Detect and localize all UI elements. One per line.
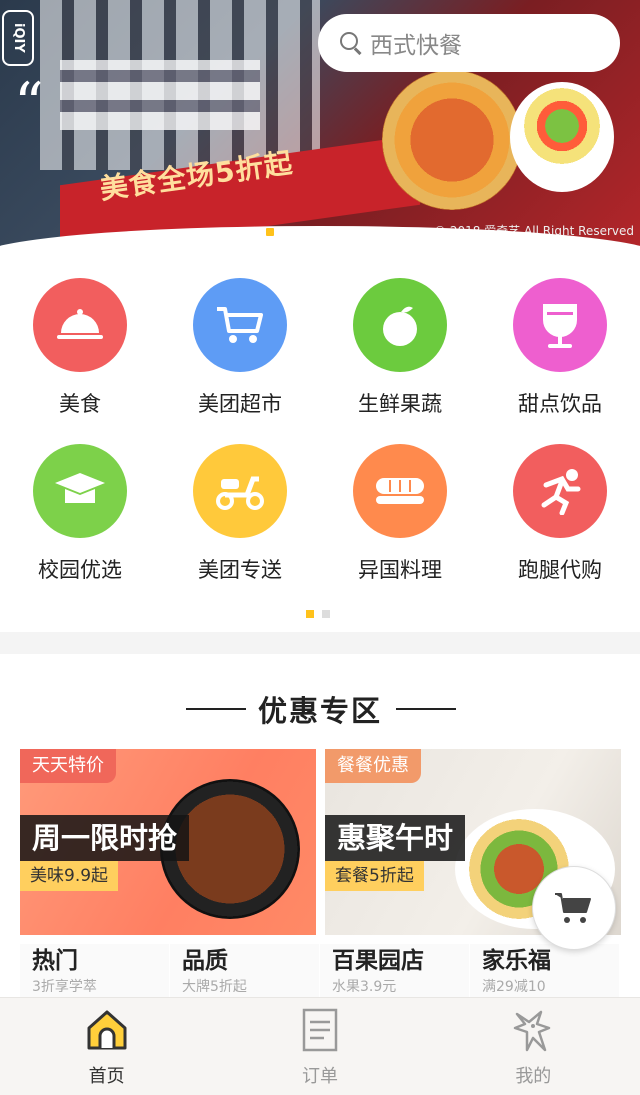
deal-tag: 餐餐优惠 [325,749,421,783]
drink-glass-icon [513,278,607,372]
shop-desc: 满29减10 [482,979,546,992]
shop-name: 品质 [182,948,228,974]
shop-quality[interactable]: 品质 大牌5折起 [170,944,319,1004]
quote-mark-icon: “ [14,70,44,138]
tab-label: 我的 [515,1066,552,1087]
apple-icon [353,278,447,372]
deal-headline: 惠聚午时 [325,815,466,861]
category-page-dot [306,610,314,618]
tab-profile[interactable]: 我的 [427,998,640,1095]
banner-dot[interactable] [266,228,274,236]
deal-tag: 天天特价 [20,749,116,783]
category-label: 美团超市 [198,392,282,416]
iqiyi-logo: iQIY [2,10,34,66]
tab-label: 订单 [301,1066,338,1087]
category-delivery[interactable]: 美团专送 [160,444,320,584]
shop-name: 热门 [32,948,78,974]
shop-carrefour[interactable]: 家乐福 满29减10 [470,944,619,1004]
banner-dot[interactable] [306,228,314,236]
shopping-cart-icon [555,893,591,923]
section-title: 优惠专区 [0,688,640,730]
category-foreign-cuisine[interactable]: 异国料理 [320,444,480,584]
banner-dot[interactable] [346,228,354,236]
banner-dot[interactable] [326,228,334,236]
tab-orders[interactable]: 订单 [213,998,426,1095]
shop-hot[interactable]: 热门 3折享学萃 [20,944,169,1004]
category-food[interactable]: 美食 [0,278,160,418]
category-errands[interactable]: 跑腿代购 [480,444,640,584]
shop-name: 家乐福 [482,948,551,974]
home-icon [87,1010,127,1050]
pizza-image [382,70,522,210]
category-fresh-produce[interactable]: 生鲜果蔬 [320,278,480,418]
bottom-tab-bar: 首页 订单 我的 [0,997,640,1095]
category-label: 美食 [59,392,101,416]
category-label: 甜点饮品 [518,392,602,416]
graduation-cap-icon [33,444,127,538]
category-grid: 美食 美团超市 生鲜果蔬 甜点饮品 校园优选 美团专送 异国料理 跑腿代购 [0,248,640,632]
search-placeholder: 西式快餐 [370,33,462,59]
deal-subtitle: 美味9.9起 [20,861,119,891]
floating-cart-button[interactable] [532,866,616,950]
deal-card-daily[interactable]: 天天特价 周一限时抢 美味9.9起 [20,749,316,935]
category-label: 美团专送 [198,558,282,582]
tab-label: 首页 [88,1066,125,1087]
search-bar[interactable]: 西式快餐 [318,14,620,72]
category-label: 生鲜果蔬 [358,392,442,416]
title-divider [186,708,246,710]
category-label: 跑腿代购 [518,558,602,582]
kangaroo-profile-icon [514,1010,551,1052]
title-divider [396,708,456,710]
banner-dot[interactable] [366,228,374,236]
category-page-dot [322,610,330,618]
tab-home[interactable]: 首页 [0,998,213,1095]
deal-headline: 周一限时抢 [20,815,190,861]
section-title-text: 优惠专区 [257,694,382,728]
category-dessert-drinks[interactable]: 甜点饮品 [480,278,640,418]
runner-icon [513,444,607,538]
shop-desc: 大牌5折起 [182,979,247,992]
food-cloche-icon [33,278,127,372]
banner-pixelated-text [60,60,260,130]
scooter-icon [193,444,287,538]
shopping-cart-icon [193,278,287,372]
category-label: 异国料理 [358,558,442,582]
shop-name: 百果园店 [332,948,424,974]
category-pager [306,610,330,618]
shop-shortcuts: 热门 3折享学萃 品质 大牌5折起 百果园店 水果3.9元 家乐福 满29减10 [20,944,620,1004]
shop-desc: 3折享学萃 [32,979,97,992]
order-list-icon [302,1008,338,1052]
salad-image [510,82,614,192]
category-campus[interactable]: 校园优选 [0,444,160,584]
deal-subtitle: 套餐5折起 [325,861,424,891]
banner-pager[interactable] [266,228,374,236]
shop-pagoda[interactable]: 百果园店 水果3.9元 [320,944,469,1004]
shop-desc: 水果3.9元 [332,979,397,992]
search-icon [340,32,362,54]
sushi-icon [353,444,447,538]
category-label: 校园优选 [38,558,122,582]
banner-dot[interactable] [286,228,294,236]
category-supermarket[interactable]: 美团超市 [160,278,320,418]
